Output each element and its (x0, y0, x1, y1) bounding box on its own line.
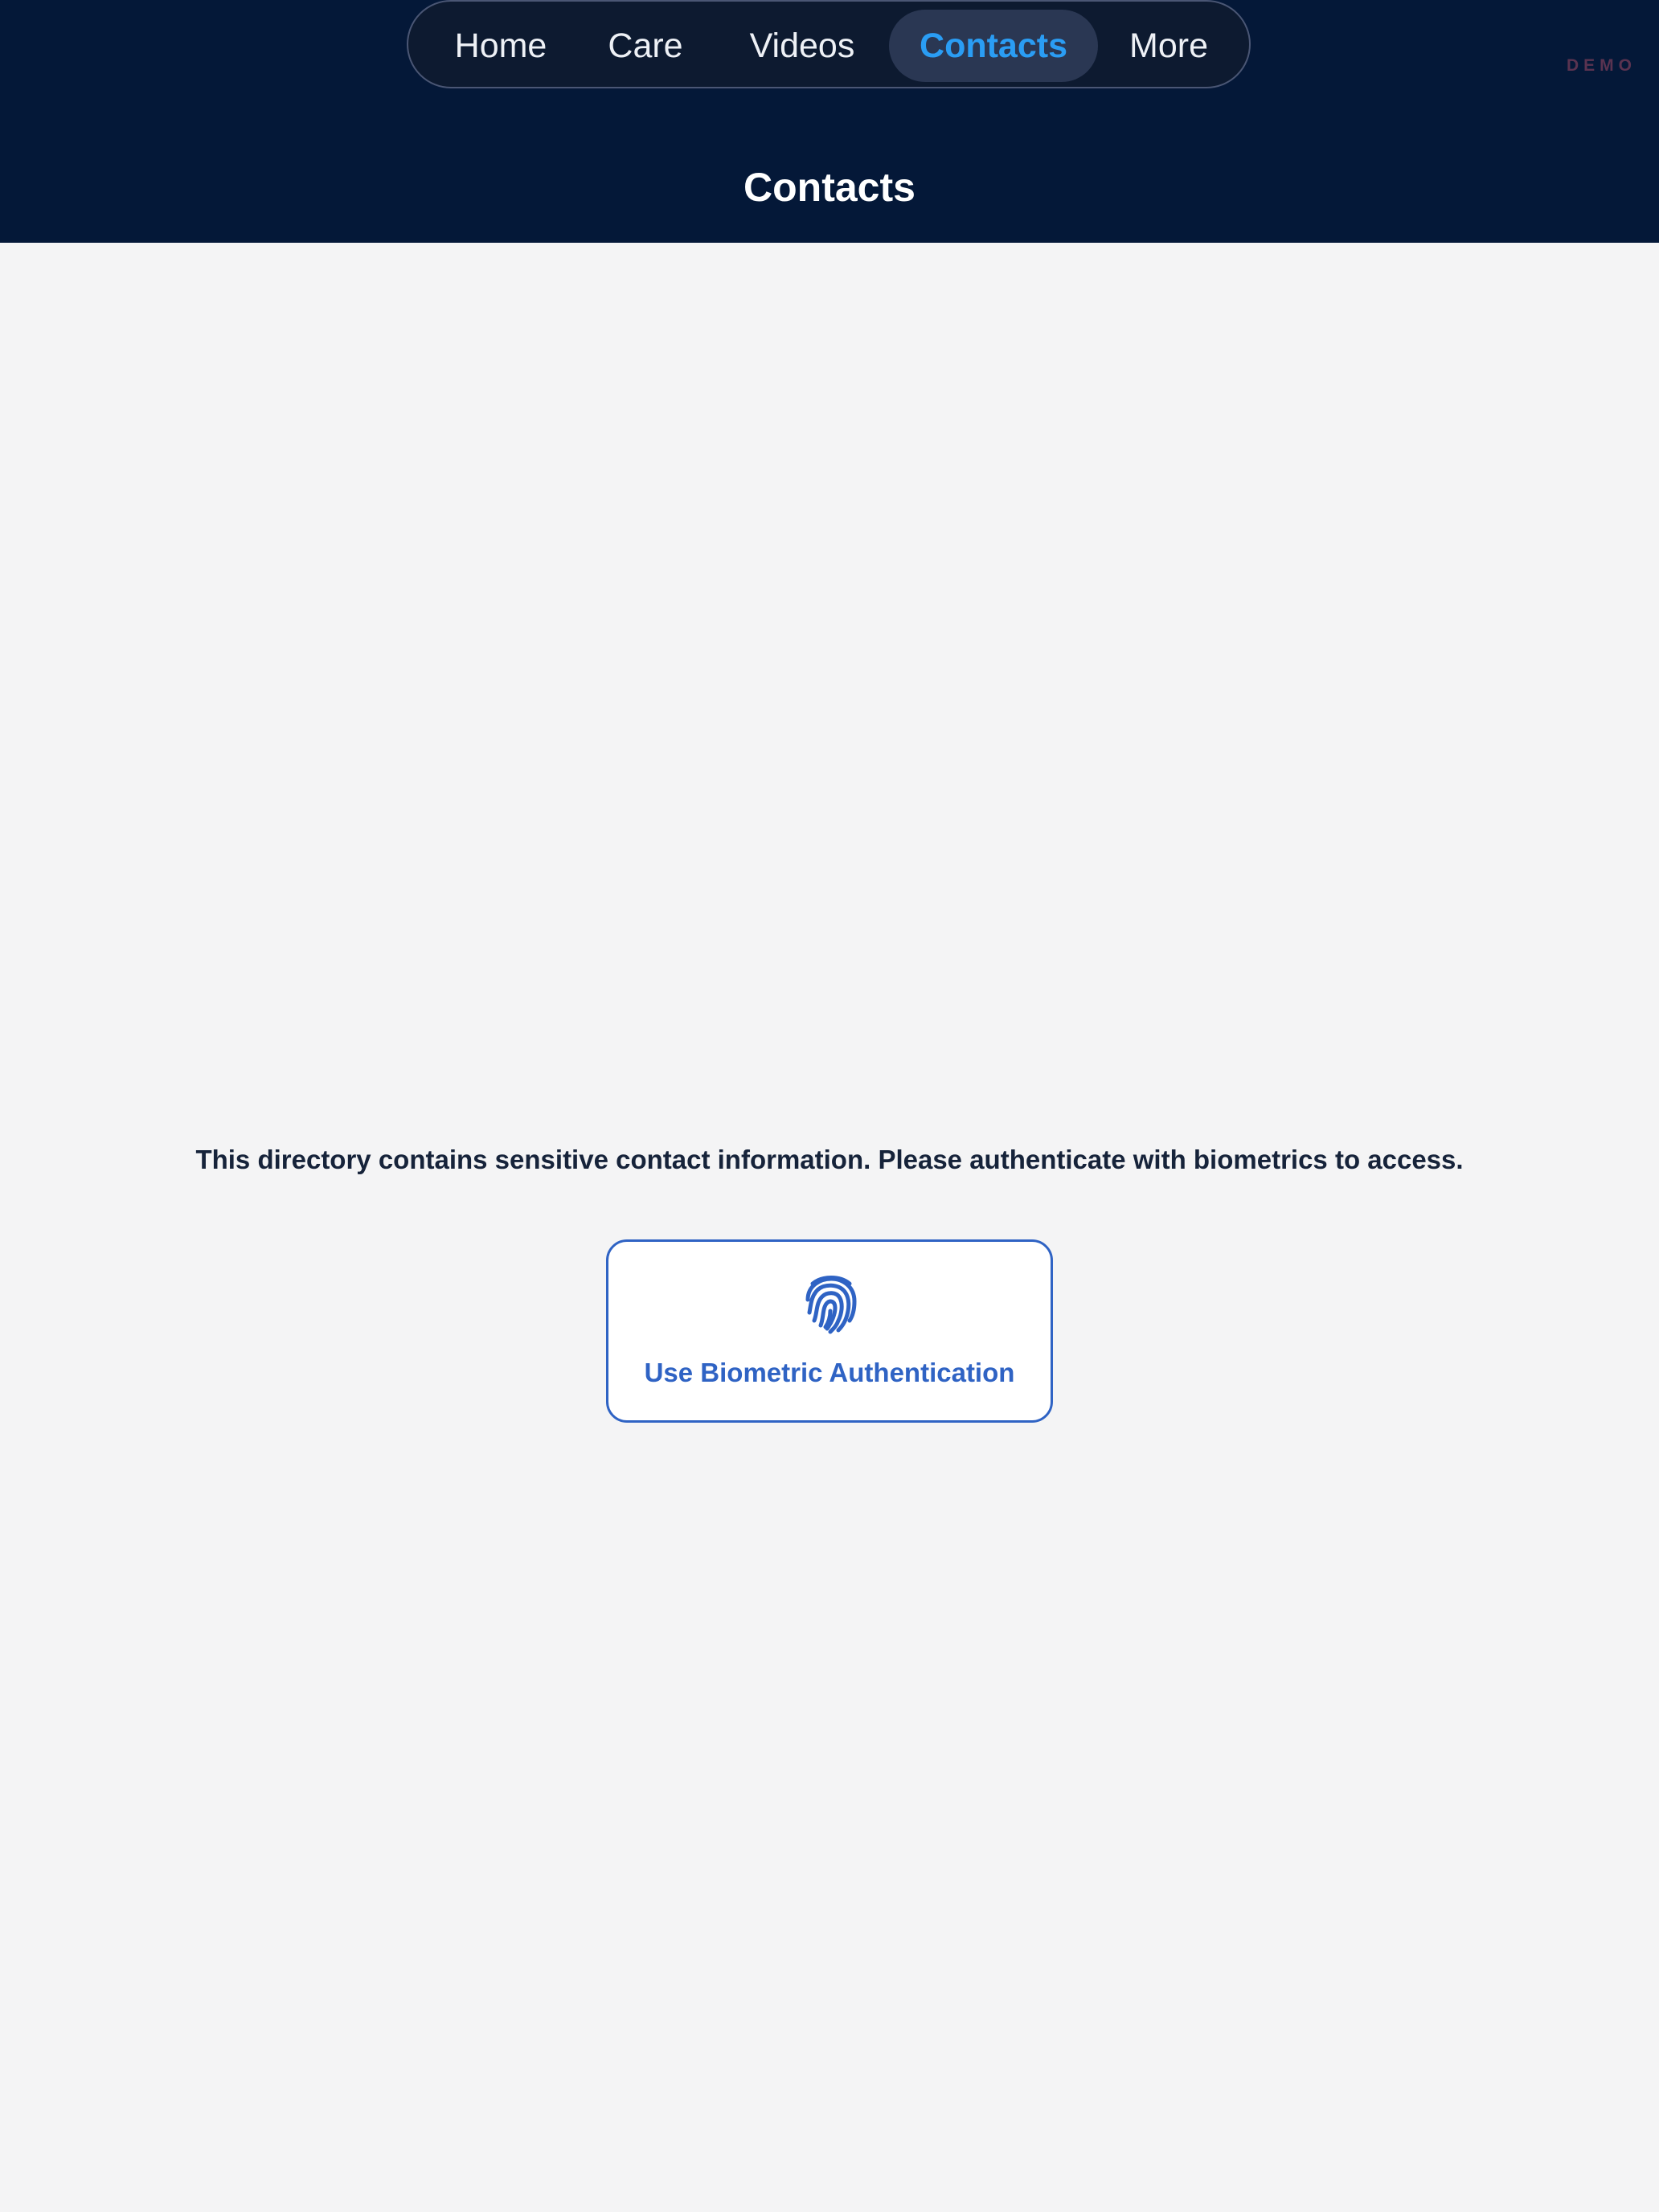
tab-bar: Home Care Videos Contacts More (407, 0, 1251, 88)
tab-home[interactable]: Home (432, 10, 569, 82)
biometric-auth-button[interactable]: Use Biometric Authentication (606, 1239, 1053, 1423)
tab-contacts[interactable]: Contacts (889, 10, 1098, 82)
auth-message: This directory contains sensitive contac… (195, 1145, 1464, 1174)
biometric-auth-label: Use Biometric Authentication (644, 1358, 1015, 1387)
fingerprint-icon (805, 1276, 857, 1334)
tab-care[interactable]: Care (585, 10, 706, 82)
demo-badge: DEMO (1567, 56, 1636, 75)
tab-more[interactable]: More (1104, 10, 1233, 82)
page-title: Contacts (743, 165, 916, 210)
app-header: Home Care Videos Contacts More DEMO Cont… (0, 0, 1659, 243)
tab-videos[interactable]: Videos (722, 10, 883, 82)
